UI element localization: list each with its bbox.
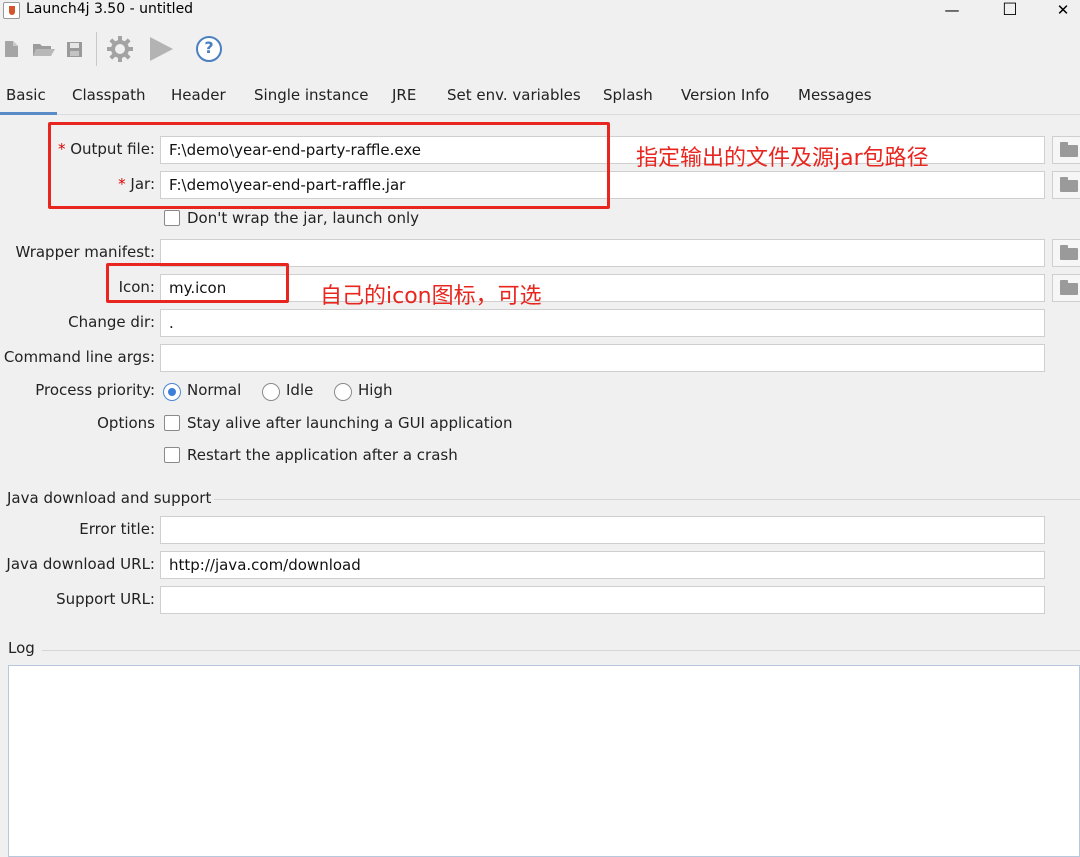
options-label: Options [97,414,155,432]
maximize-button[interactable]: ☐ [990,0,1030,22]
open-folder-icon[interactable] [31,35,57,63]
error-title-label: Error title: [79,520,155,538]
dont-wrap-label: Don't wrap the jar, launch only [187,209,419,227]
priority-normal-radio[interactable] [163,383,181,401]
tab-single-instance[interactable]: Single instance [254,86,368,104]
annotation-output-jar-text: 指定输出的文件及源jar包路径 [636,146,929,171]
annotation-box-output-jar [48,122,610,209]
support-url-label: Support URL: [56,590,155,608]
stay-alive-label: Stay alive after launching a GUI applica… [187,414,513,432]
log-textarea[interactable] [8,665,1080,857]
close-button[interactable]: ✕ [1046,0,1080,22]
tab-splash[interactable]: Splash [603,86,653,104]
java-download-section-title: Java download and support [7,489,212,507]
priority-idle-label: Idle [286,381,314,399]
help-icon[interactable]: ? [195,35,223,63]
priority-normal-label: Normal [187,381,242,399]
tab-version-info[interactable]: Version Info [681,86,769,104]
restart-after-crash-label: Restart the application after a crash [187,446,458,464]
priority-idle-radio[interactable] [262,383,280,401]
java-download-url-input[interactable]: http://java.com/download [160,551,1045,579]
priority-high-label: High [358,381,393,399]
minimize-button[interactable]: — [932,0,972,22]
log-section-title: Log [8,639,35,657]
window-title: Launch4j 3.50 - untitled [26,1,194,17]
java-download-url-label: Java download URL: [6,555,155,573]
folder-icon [1060,280,1078,295]
icon-input[interactable]: my.icon [160,274,1045,302]
annotation-box-icon [106,263,289,303]
icon-browse-button[interactable] [1052,274,1080,302]
command-line-args-input[interactable] [160,344,1045,372]
save-icon[interactable] [64,35,90,63]
error-title-input[interactable] [160,516,1045,544]
tab-header[interactable]: Header [171,86,226,104]
new-file-icon[interactable] [2,35,28,63]
tab-messages[interactable]: Messages [798,86,872,104]
command-line-args-label: Command line args: [3,348,155,366]
jar-browse-button[interactable] [1052,171,1080,199]
run-play-icon[interactable] [146,35,176,63]
tab-strip-border [0,114,1080,115]
section-divider [214,499,1080,500]
change-dir-label: Change dir: [68,313,155,331]
stay-alive-checkbox[interactable] [164,415,180,431]
change-dir-input[interactable]: . [160,309,1045,337]
folder-icon [1060,142,1078,157]
support-url-input[interactable] [160,586,1045,614]
wrapper-manifest-browse-button[interactable] [1052,239,1080,267]
tab-jre[interactable]: JRE [392,86,416,104]
help-icon-glyph: ? [204,38,214,57]
toolbar-separator [96,32,97,66]
folder-icon [1060,177,1078,192]
log-divider [42,650,1080,651]
process-priority-label: Process priority: [35,381,155,399]
settings-gear-icon[interactable] [105,35,135,63]
output-file-browse-button[interactable] [1052,136,1080,164]
folder-icon [1060,245,1078,260]
tab-set-env-variables[interactable]: Set env. variables [447,86,581,104]
tab-basic[interactable]: Basic [6,86,46,104]
tab-classpath[interactable]: Classpath [72,86,146,104]
priority-high-radio[interactable] [334,383,352,401]
restart-after-crash-checkbox[interactable] [164,447,180,463]
java-app-icon [3,2,20,19]
active-tab-indicator [0,112,57,115]
wrapper-manifest-input[interactable] [160,239,1045,267]
dont-wrap-checkbox[interactable] [164,210,180,226]
annotation-icon-text: 自己的icon图标，可选 [320,284,542,309]
wrapper-manifest-label: Wrapper manifest: [15,243,155,261]
